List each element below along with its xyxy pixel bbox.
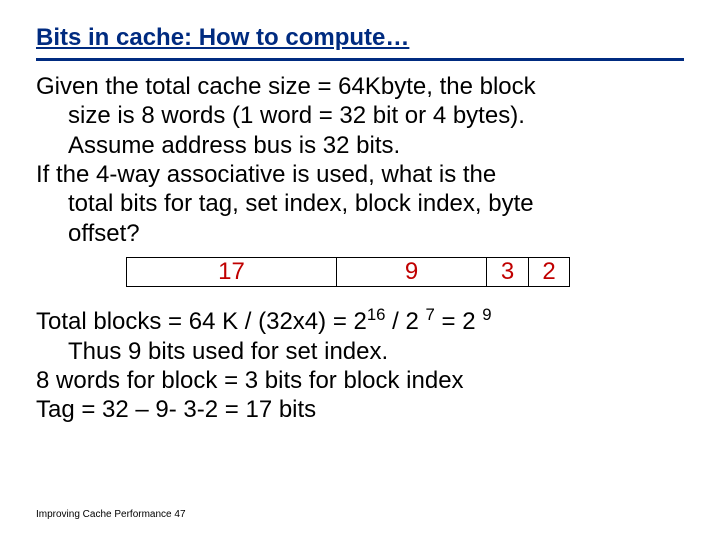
field-tag: 17 bbox=[126, 257, 336, 287]
exp-7: 7 bbox=[426, 305, 435, 324]
question-line-3: offset? bbox=[68, 220, 684, 247]
exp-16: 16 bbox=[367, 305, 386, 324]
slide-body: Given the total cache size = 64Kbyte, th… bbox=[36, 73, 684, 424]
problem-line-3: Assume address bus is 32 bits. bbox=[68, 132, 684, 159]
slide-title: Bits in cache: How to compute… bbox=[36, 24, 684, 61]
field-set-index: 9 bbox=[336, 257, 486, 287]
calc-thus: Thus 9 bits used for set index. bbox=[68, 338, 684, 365]
bit-field-diagram: 17 9 3 2 bbox=[126, 257, 684, 287]
field-byte-offset: 2 bbox=[528, 257, 570, 287]
calc-words: 8 words for block = 3 bits for block ind… bbox=[36, 367, 684, 394]
question-line-2: total bits for tag, set index, block ind… bbox=[68, 190, 684, 217]
field-block-index: 3 bbox=[486, 257, 528, 287]
slide-footer: Improving Cache Performance 47 bbox=[36, 509, 186, 520]
problem-line-2: size is 8 words (1 word = 32 bit or 4 by… bbox=[68, 102, 684, 129]
calc-eq: = 2 bbox=[435, 308, 482, 335]
calc-total-blocks: Total blocks = 64 K / (32x4) = 216 / 2 7… bbox=[36, 305, 684, 335]
problem-line-1: Given the total cache size = 64Kbyte, th… bbox=[36, 73, 684, 100]
slide: Bits in cache: How to compute… Given the… bbox=[0, 0, 720, 540]
exp-9: 9 bbox=[482, 305, 491, 324]
calc-blocks-prefix: Total blocks = 64 K / (32x4) = 2 bbox=[36, 308, 367, 335]
question-line-1: If the 4-way associative is used, what i… bbox=[36, 161, 684, 188]
calc-mid: / 2 bbox=[386, 308, 426, 335]
calc-tag: Tag = 32 – 9- 3-2 = 17 bits bbox=[36, 396, 684, 423]
